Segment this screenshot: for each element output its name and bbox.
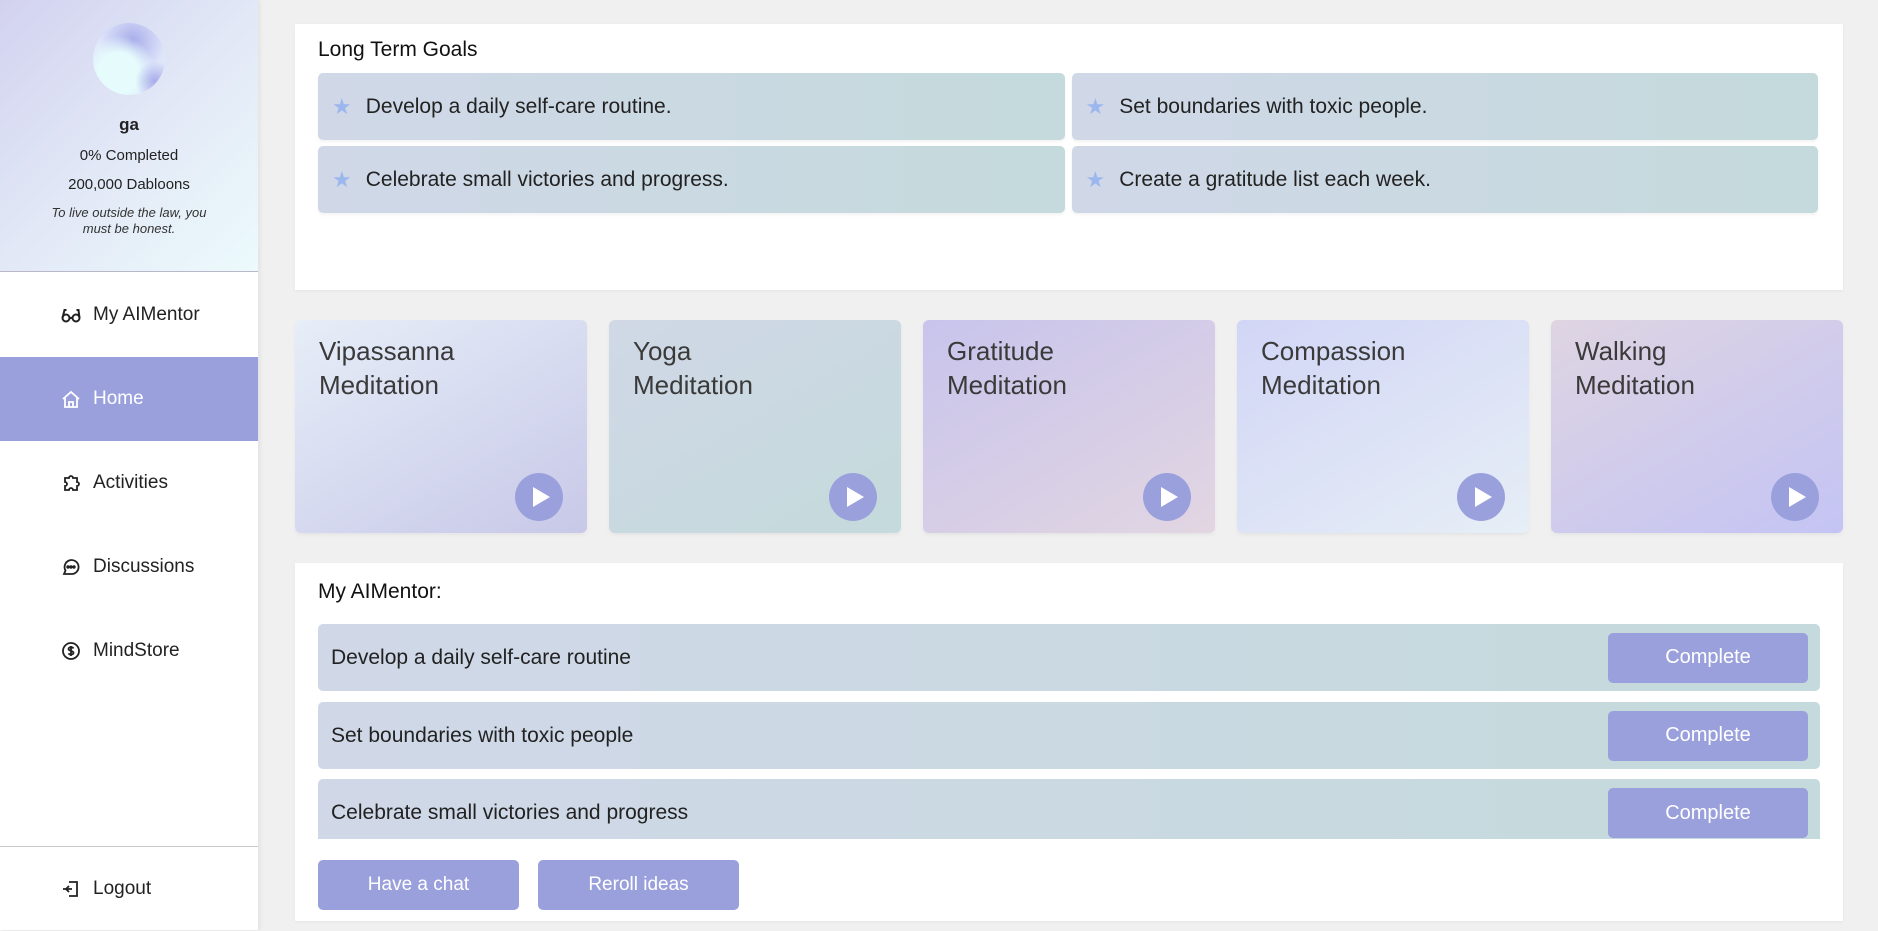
nav-label: Activities	[93, 472, 168, 493]
goal-item: ★ Develop a daily self-care routine.	[318, 73, 1065, 140]
task-text: Celebrate small victories and progress	[331, 801, 689, 824]
play-icon[interactable]	[1457, 473, 1505, 521]
complete-button[interactable]: Complete	[1608, 788, 1808, 838]
completion-status: 0% Completed	[79, 147, 179, 164]
reroll-ideas-button[interactable]: Reroll ideas	[538, 860, 739, 910]
card-title: Meditation	[1261, 370, 1381, 400]
glasses-icon	[61, 309, 81, 323]
logout-button[interactable]: Logout	[0, 847, 258, 931]
task-text: Set boundaries with toxic people	[331, 723, 634, 747]
profile-quote: To live outside the law, you must be hon…	[51, 205, 207, 236]
card-title: Meditation	[1575, 370, 1695, 400]
task-row: Celebrate small victories and progress Co…	[318, 779, 1820, 839]
star-icon: ★	[332, 93, 352, 119]
have-a-chat-button[interactable]: Have a chat	[318, 860, 519, 910]
play-icon[interactable]	[515, 473, 563, 521]
card-title: Yoga	[633, 336, 692, 366]
goal-item: ★ Celebrate small victories and progress.	[318, 146, 1065, 213]
card-title: Compassion	[1261, 336, 1406, 366]
play-icon[interactable]	[1143, 473, 1191, 521]
nav-item-discussions[interactable]: Discussions	[0, 525, 258, 609]
nav-label: My AIMentor	[93, 304, 200, 325]
goal-text: Celebrate small victories and progress.	[365, 167, 729, 191]
chat-icon	[62, 559, 80, 575]
task-row: Set boundaries with toxic people Complete	[318, 702, 1820, 769]
profile-card: ga 0% Completed 200,000 Dabloons To live…	[0, 0, 258, 272]
card-title: Walking	[1575, 336, 1667, 366]
meditation-card-compassion[interactable]: Compassion Meditation	[1237, 320, 1529, 533]
card-title: Meditation	[633, 370, 753, 400]
nav-item-my-aimentor[interactable]: My AIMentor	[0, 273, 258, 357]
task-row: Develop a daily self-care routine Complet…	[318, 624, 1820, 691]
card-title: Meditation	[319, 370, 439, 400]
sidebar: ga 0% Completed 200,000 Dabloons To live…	[0, 0, 258, 930]
goals-title: Long Term Goals	[318, 38, 478, 61]
long-term-goals-panel: Long Term Goals ★ Develop a daily self-ca…	[295, 24, 1843, 290]
nav-item-mindstore[interactable]: MindStore	[0, 609, 258, 693]
task-text: Develop a daily self-care routine	[331, 645, 631, 669]
aimentor-title: My AIMentor:	[318, 580, 442, 603]
meditation-card-gratitude[interactable]: Gratitude Meditation	[923, 320, 1215, 533]
logout-icon	[63, 881, 78, 897]
complete-button[interactable]: Complete	[1608, 632, 1808, 683]
meditation-card-walking[interactable]: Walking Meditation	[1551, 320, 1843, 533]
play-icon[interactable]	[829, 473, 877, 521]
goal-text: Set boundaries with toxic people.	[1119, 94, 1428, 118]
nav-label: MindStore	[93, 640, 180, 661]
star-icon: ★	[332, 166, 352, 192]
complete-button[interactable]: Complete	[1608, 710, 1808, 761]
meditation-cards: Vipassanna Meditation Yoga Meditation Grat…	[295, 320, 1843, 533]
meditation-card-yoga[interactable]: Yoga Meditation	[609, 320, 901, 533]
goal-text: Develop a daily self-care routine.	[365, 94, 672, 118]
dollar-icon	[62, 642, 80, 660]
user-name: ga	[119, 115, 139, 134]
goal-item: ★ Set boundaries with toxic people.	[1071, 73, 1818, 140]
nav-label: Home	[93, 388, 144, 409]
home-icon	[62, 390, 80, 408]
logout-label: Logout	[93, 878, 152, 899]
puzzle-icon	[64, 475, 80, 491]
meditation-card-vipassanna[interactable]: Vipassanna Meditation	[295, 320, 587, 533]
card-title: Vipassanna	[319, 336, 455, 366]
currency-balance: 200,000 Dabloons	[68, 176, 190, 193]
nav-item-activities[interactable]: Activities	[0, 441, 258, 525]
play-icon[interactable]	[1771, 473, 1819, 521]
star-icon: ★	[1085, 93, 1106, 119]
star-icon: ★	[1085, 166, 1106, 192]
goal-text: Create a gratitude list each week.	[1119, 167, 1431, 191]
nav-label: Discussions	[93, 556, 195, 577]
card-title: Meditation	[947, 370, 1067, 400]
aimentor-panel: My AIMentor: Develop a daily self-care r…	[295, 563, 1843, 921]
goal-item: ★ Create a gratitude list each week.	[1071, 146, 1818, 213]
card-title: Gratitude	[947, 336, 1054, 366]
avatar	[93, 23, 165, 95]
nav-item-home[interactable]: Home	[0, 357, 258, 441]
